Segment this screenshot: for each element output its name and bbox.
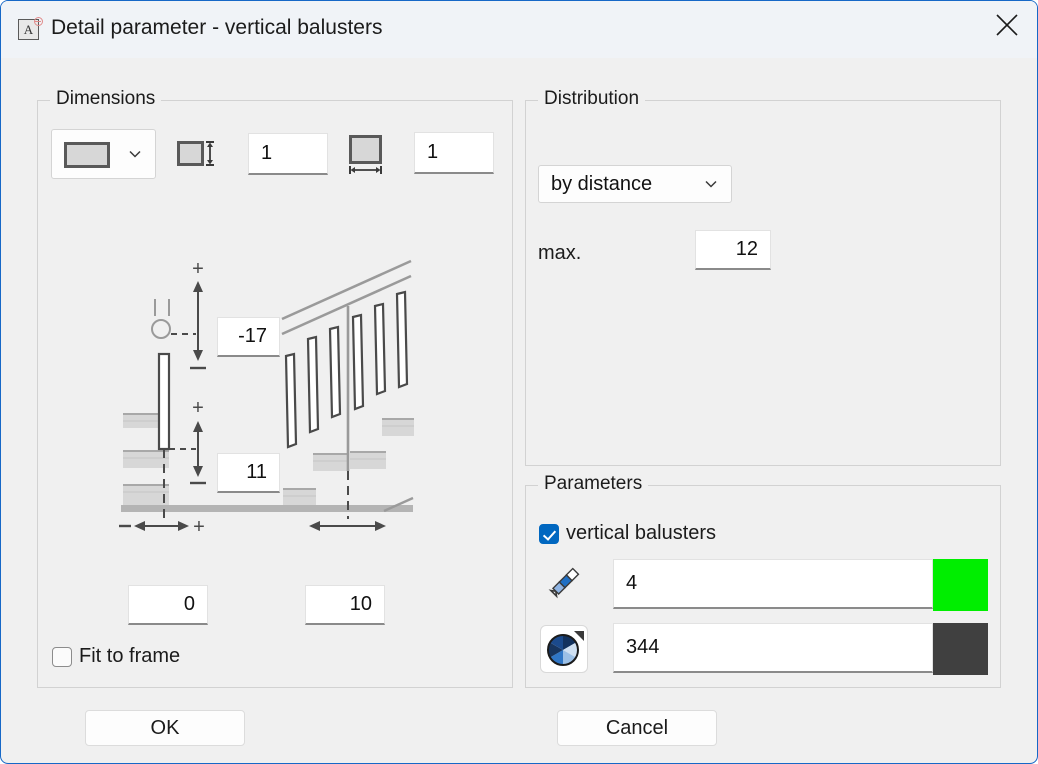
cancel-button-label: Cancel	[605, 716, 669, 739]
close-button[interactable]	[975, 1, 1037, 47]
parameters-group-title: Parameters	[538, 473, 649, 495]
window-title: Detail parameter - vertical balusters	[51, 16, 383, 39]
plus-sign-hscale: +	[193, 516, 205, 538]
chevron-down-icon	[705, 180, 717, 188]
max-distance-input[interactable]: 12	[695, 230, 771, 270]
max-label: max.	[538, 242, 582, 264]
width-dimension-icon	[349, 135, 389, 177]
distribution-group: Distribution	[525, 88, 1001, 466]
top-offset-input[interactable]: -17	[217, 317, 280, 357]
dimensions-group-title: Dimensions	[50, 88, 162, 110]
plus-sign-bottom: +	[192, 397, 204, 419]
fit-to-frame-checkbox[interactable]: Fit to frame	[52, 645, 180, 668]
close-icon	[996, 14, 1018, 36]
max-distance-value: 12	[735, 238, 758, 260]
pen-color-swatch[interactable]	[933, 559, 988, 611]
vertical-balusters-box[interactable]	[539, 523, 559, 544]
height-input-value: 1	[261, 142, 273, 164]
title-bar: A Detail parameter - vertical balusters	[1, 1, 1037, 58]
right-inset-input[interactable]: 10	[305, 585, 385, 625]
stair-baluster-section-diagram: + + +	[119, 258, 414, 538]
width-input[interactable]: 1	[414, 132, 494, 174]
dialog-window: A Detail parameter - vertical balusters …	[0, 0, 1038, 764]
fill-value: 344	[626, 636, 660, 658]
vertical-balusters-label: vertical balusters	[566, 522, 717, 544]
pen-icon[interactable]	[544, 561, 586, 603]
fit-to-frame-label: Fit to frame	[79, 645, 181, 667]
rectangle-profile-icon	[64, 142, 110, 168]
height-dimension-icon	[177, 137, 217, 171]
plus-sign-top: +	[192, 258, 204, 280]
ok-button[interactable]: OK	[85, 710, 245, 746]
height-input[interactable]: 1	[248, 133, 328, 175]
fill-input[interactable]: 344	[613, 623, 933, 673]
right-inset-value: 10	[349, 593, 372, 615]
distribution-mode-value: by distance	[551, 172, 653, 195]
pen-input[interactable]: 4	[613, 559, 933, 609]
left-inset-input[interactable]: 0	[128, 585, 208, 625]
distribution-mode-select[interactable]: by distance	[538, 165, 732, 203]
chevron-down-icon	[129, 150, 141, 158]
app-a-icon: A	[18, 17, 43, 41]
fill-color-swatch[interactable]	[933, 623, 988, 675]
bottom-offset-value: 11	[246, 461, 267, 483]
fit-to-frame-box[interactable]	[52, 646, 72, 667]
bottom-offset-input[interactable]: 11	[217, 453, 280, 493]
ok-button-label: OK	[150, 716, 180, 739]
pen-value: 4	[626, 572, 638, 594]
left-inset-value: 0	[183, 593, 195, 615]
width-input-value: 1	[427, 141, 439, 163]
color-wheel-icon[interactable]	[540, 625, 588, 673]
vertical-balusters-checkbox[interactable]: vertical balusters	[539, 522, 716, 545]
top-offset-value: -17	[238, 325, 267, 347]
profile-select[interactable]	[51, 129, 156, 179]
distribution-group-title: Distribution	[538, 88, 646, 110]
cancel-button[interactable]: Cancel	[557, 710, 717, 746]
